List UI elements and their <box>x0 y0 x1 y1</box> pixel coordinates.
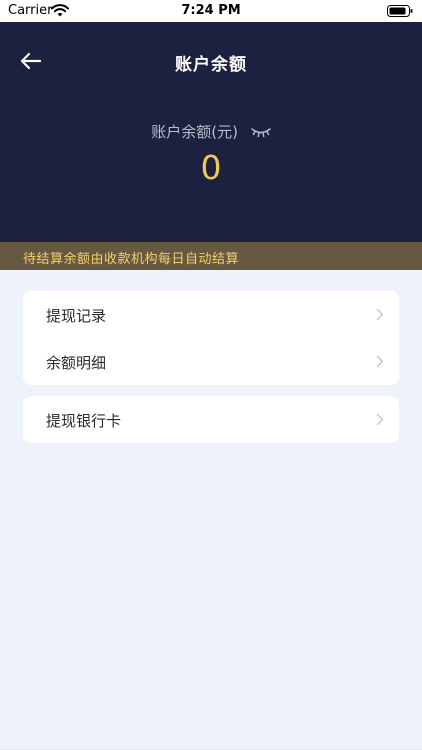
menu-card-records: 提现记录 余额明细 <box>23 291 399 385</box>
withdraw-records-item[interactable]: 提现记录 <box>23 291 399 338</box>
settlement-notice: 待结算余额由收款机构每日自动结算 <box>0 242 422 270</box>
balance-details-label: 余额明细 <box>46 354 107 372</box>
status-time: 7:24 PM <box>181 3 241 18</box>
withdraw-bank-card-item[interactable]: 提现银行卡 <box>23 396 399 443</box>
battery-icon <box>387 5 413 17</box>
withdraw-records-label: 提现记录 <box>46 307 107 325</box>
status-bar: Carrier 7:24 PM <box>0 0 422 22</box>
withdraw-bank-card-label: 提现银行卡 <box>46 412 122 430</box>
balance-details-item[interactable]: 余额明细 <box>23 338 399 385</box>
balance-label-row: 账户余额(元) <box>0 121 422 142</box>
balance-label: 账户余额(元) <box>151 123 238 141</box>
chevron-right-icon <box>376 413 384 426</box>
balance-amount: 0 <box>200 148 222 187</box>
page-title: 账户余额 <box>175 55 247 75</box>
settlement-notice-text: 待结算余额由收款机构每日自动结算 <box>23 252 240 267</box>
eye-closed-icon[interactable] <box>251 126 271 138</box>
balance-header: 账户余额 账户余额(元) 0 <box>0 22 422 242</box>
chevron-right-icon <box>376 308 384 321</box>
menu-card-bank: 提现银行卡 <box>23 396 399 443</box>
chevron-right-icon <box>376 355 384 368</box>
